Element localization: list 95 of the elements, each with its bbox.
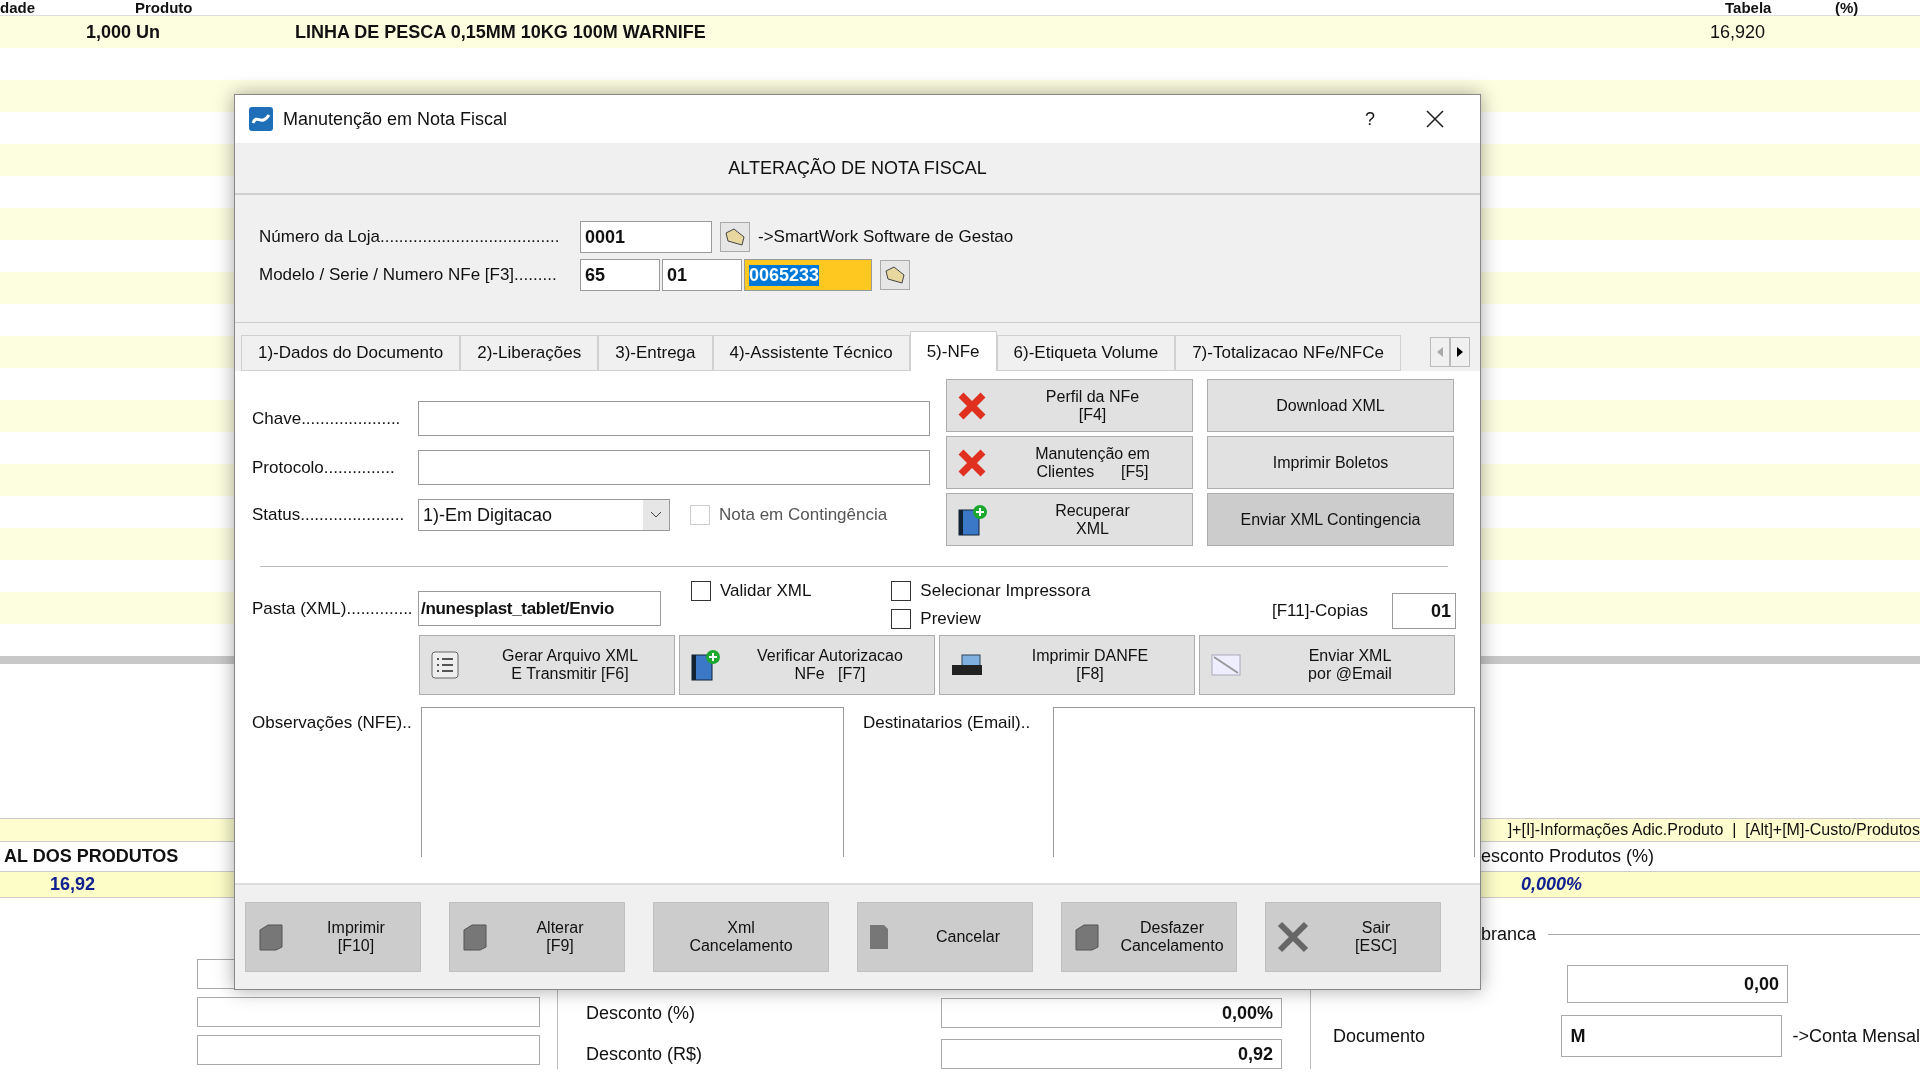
book-plus-icon <box>690 649 720 681</box>
notes-field[interactable] <box>421 707 844 857</box>
text-field[interactable] <box>197 997 540 1027</box>
copies-field[interactable]: 01 <box>1392 593 1456 629</box>
column-header: (%) <box>1835 0 1860 15</box>
discount-amount-label: Desconto (R$) <box>586 1043 704 1065</box>
action-button[interactable]: Verificar Autorizacao NFe [F7] <box>679 635 935 695</box>
folder-button[interactable] <box>720 222 750 252</box>
amount-field[interactable]: 0,00 <box>1567 965 1788 1003</box>
table-cell-text: LINHA DE PESCA 0,15MM 10KG 100M WARNIFE <box>295 21 707 43</box>
document-label: Documento <box>1333 1025 1427 1047</box>
dialog-heading: ALTERAÇÃO DE NOTA FISCAL <box>728 157 987 179</box>
left-arrow-icon <box>1437 347 1443 357</box>
series-field[interactable]: 01 <box>662 259 742 291</box>
notes-label: Observações (NFE).. <box>252 713 413 733</box>
key-field[interactable] <box>418 401 930 436</box>
discount-products-label: esconto Produtos (%) <box>1481 846 1655 867</box>
tab[interactable]: 7)-Totalizacao NFe/NFCe <box>1175 335 1401 371</box>
envelope-icon <box>1210 651 1242 679</box>
help-button[interactable]: ? <box>1350 108 1390 130</box>
tab[interactable]: 4)-Assistente Técnico <box>712 335 910 371</box>
list-icon <box>430 650 460 680</box>
document-icon <box>256 922 286 952</box>
app-icon <box>249 107 273 131</box>
tab[interactable]: 3)-Entrega <box>598 335 713 371</box>
table-cell-text: 1,000 Un <box>84 21 160 43</box>
document-icon <box>1072 922 1102 952</box>
text-field[interactable] <box>197 1035 540 1065</box>
action-button[interactable]: Enviar XML por @Email <box>1199 635 1455 695</box>
tab[interactable]: 6)-Etiqueta Volume <box>996 335 1176 371</box>
tab[interactable]: 1)-Dados do Documento <box>241 335 461 371</box>
document-field[interactable]: M <box>1561 1015 1783 1057</box>
total-label: AL DOS PRODUTOS <box>4 846 179 867</box>
folder-label: Pasta (XML).............. <box>252 598 414 619</box>
window-title: Manutenção em Nota Fiscal <box>283 108 509 130</box>
protocol-field[interactable] <box>418 450 930 485</box>
right-arrow-icon <box>1457 347 1463 357</box>
discount-percent-field[interactable]: 0,00% <box>941 998 1282 1028</box>
recipients-label: Destinatarios (Email).. <box>863 713 1032 733</box>
protocol-label: Protocolo............... <box>252 457 396 478</box>
total-value: 16,92 <box>50 874 96 895</box>
discount-products-value: 0,000% <box>1521 874 1583 895</box>
footer-button[interactable]: Imprimir [F10] <box>245 902 421 972</box>
folder-button[interactable] <box>880 260 910 290</box>
column-header: dade <box>0 0 36 15</box>
folder-field[interactable]: /nunesplast_tablet/Envio <box>418 591 661 626</box>
tab[interactable]: 2)-Liberações <box>460 335 599 371</box>
column-header: Produto <box>135 0 194 15</box>
tab[interactable]: 5)-NFe <box>909 331 997 371</box>
close-icon[interactable] <box>1426 110 1444 128</box>
close-icon <box>1276 920 1310 954</box>
folder-icon <box>884 265 906 285</box>
folder-icon <box>724 227 746 247</box>
discount-percent-label: Desconto (%) <box>586 1002 697 1024</box>
document-icon <box>460 922 490 952</box>
action-button[interactable]: Download XML <box>1207 379 1454 432</box>
store-label: Número da Loja...................................... <box>259 227 561 247</box>
book-plus-icon <box>957 503 987 536</box>
number-field[interactable]: 0065233 <box>744 259 872 291</box>
validate-checkbox[interactable]: Validar XML <box>691 581 812 601</box>
action-button[interactable]: Enviar XML Contingencia <box>1207 493 1454 546</box>
table-cell-text: 16,920 <box>1708 21 1765 43</box>
key-label: Chave..................... <box>252 408 402 429</box>
option-checkbox[interactable]: Preview <box>891 609 1091 629</box>
shortcut-hint: ]+[I]-Informações Adic.Produto | [Alt]+[M]-Custo/Produtos <box>1507 821 1920 839</box>
copies-label: [F11]-Copias <box>1271 601 1368 621</box>
footer-button[interactable]: Cancelar <box>857 902 1033 972</box>
status-label: Status...................... <box>252 505 406 525</box>
store-name: ->SmartWork Software de Gestao <box>758 227 1014 247</box>
action-button[interactable]: Imprimir DANFE [F8] <box>939 635 1195 695</box>
footer-button[interactable]: Alterar [F9] <box>449 902 625 972</box>
chevron-down-icon <box>643 500 669 530</box>
action-button[interactable]: Recuperar XML <box>946 493 1193 546</box>
discount-amount-field[interactable]: 0,92 <box>941 1039 1282 1069</box>
action-button[interactable]: Imprimir Boletos <box>1207 436 1454 489</box>
store-number-field[interactable]: 0001 <box>580 221 712 253</box>
account-note: ->Conta Mensal <box>1792 1025 1920 1047</box>
recipients-field[interactable] <box>1053 707 1475 857</box>
model-field[interactable]: 65 <box>580 259 660 291</box>
action-button[interactable]: Gerar Arquivo XML E Transmitir [F6] <box>419 635 675 695</box>
status-dropdown[interactable]: 1)-Em Digitacao <box>418 499 670 531</box>
printer-icon <box>950 653 984 677</box>
cross-icon <box>957 447 987 478</box>
section-label: branca <box>1481 923 1537 945</box>
model-label: Modelo / Serie / Numero NFe [F3]......... <box>259 265 558 285</box>
scroll-right-button[interactable] <box>1450 337 1470 367</box>
action-button[interactable]: Perfil da NFe [F4] <box>946 379 1193 432</box>
option-checkbox[interactable]: Selecionar Impressora <box>891 581 1091 601</box>
action-button[interactable]: Manutenção em Clientes [F5] <box>946 436 1193 489</box>
page-icon <box>868 923 890 951</box>
column-header: Tabela <box>1725 0 1773 15</box>
footer-button[interactable]: Desfazer Cancelamento <box>1061 902 1237 972</box>
footer-button[interactable]: Sair [ESC] <box>1265 902 1441 972</box>
cross-icon <box>957 390 987 421</box>
footer-button[interactable]: Xml Cancelamento <box>653 902 829 972</box>
